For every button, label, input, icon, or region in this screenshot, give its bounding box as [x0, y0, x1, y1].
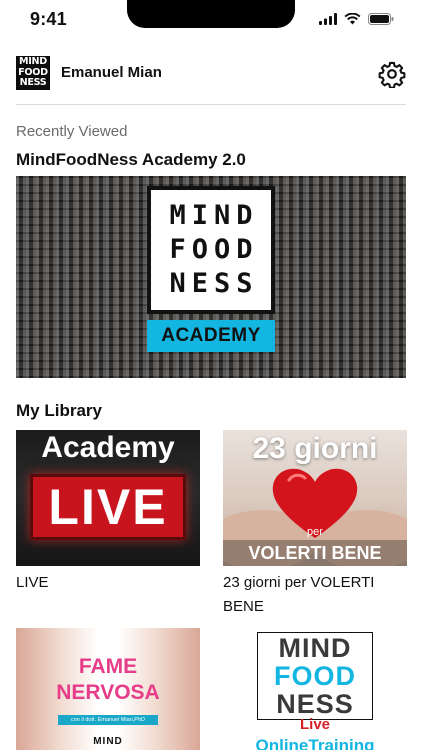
online-image-live: Live: [299, 716, 330, 733]
heart-image-title: 23 giorni: [252, 432, 378, 465]
hero-academy-badge: ACADEMY: [147, 320, 275, 352]
hero-logo-line: NESS: [169, 268, 259, 299]
fame-image-title: FAME NERVOSA: [56, 655, 160, 704]
signal-icon: [319, 13, 337, 25]
device-notch: [127, 0, 295, 28]
recent-course-thumbnail[interactable]: MIND FOOD NESS ACADEMY: [16, 176, 406, 378]
battery-icon: [368, 13, 394, 25]
online-image-logo: MIND FOOD NESS: [257, 632, 373, 720]
library-item-fame-nervosa-thumbnail[interactable]: FAME NERVOSA con il dott. Emanuel Mian,P…: [16, 628, 200, 750]
brand-logo[interactable]: MIND FOOD NESS: [16, 56, 50, 90]
library-title: My Library: [16, 401, 102, 420]
online-logo-line: FOOD: [274, 661, 356, 691]
hero-logo: MIND FOOD NESS: [147, 186, 275, 314]
online-logo-line: MIND: [278, 633, 352, 663]
live-image-sign: LIVE: [30, 474, 186, 540]
library-item-23-giorni-thumbnail[interactable]: 23 giorni per VOLERTI BENE: [223, 430, 407, 566]
hero-logo-line: MIND: [169, 200, 259, 231]
online-image-subtitle: OnlineTraining: [255, 736, 375, 750]
online-logo-line: NESS: [276, 689, 354, 719]
library-item-23-giorni-label[interactable]: 23 giorni per VOLERTI BENE: [223, 571, 407, 619]
fame-image-author-tag: con il dott. Emanuel Mian,PhD: [58, 715, 158, 725]
gear-icon[interactable]: [378, 60, 406, 88]
logo-line: NESS: [19, 77, 47, 88]
app-header: MIND FOOD NESS Emanuel Mian: [16, 52, 406, 96]
heart-image-subtitle: VOLERTI BENE: [223, 540, 407, 566]
library-item-live-label[interactable]: LIVE: [16, 571, 200, 595]
header-divider: [16, 104, 406, 105]
user-name: Emanuel Mian: [61, 64, 162, 81]
status-time: 9:41: [30, 9, 67, 29]
heart-image-per: per: [307, 526, 323, 538]
library-item-live-thumbnail[interactable]: Academy LIVE: [16, 430, 200, 566]
hero-logo-line: FOOD: [169, 234, 259, 265]
status-icons: [319, 13, 394, 25]
recent-course-title[interactable]: MindFoodNess Academy 2.0: [16, 150, 246, 170]
live-image-heading: Academy: [41, 431, 175, 464]
library-item-online-training-thumbnail[interactable]: MIND FOOD NESS Live OnlineTraining: [223, 628, 407, 750]
logo-line: MIND: [19, 56, 47, 67]
wifi-icon: [344, 13, 361, 25]
status-bar: 9:41: [0, 0, 422, 44]
fame-image-brand: MIND: [93, 736, 123, 747]
recently-viewed-label: Recently Viewed: [16, 123, 128, 140]
